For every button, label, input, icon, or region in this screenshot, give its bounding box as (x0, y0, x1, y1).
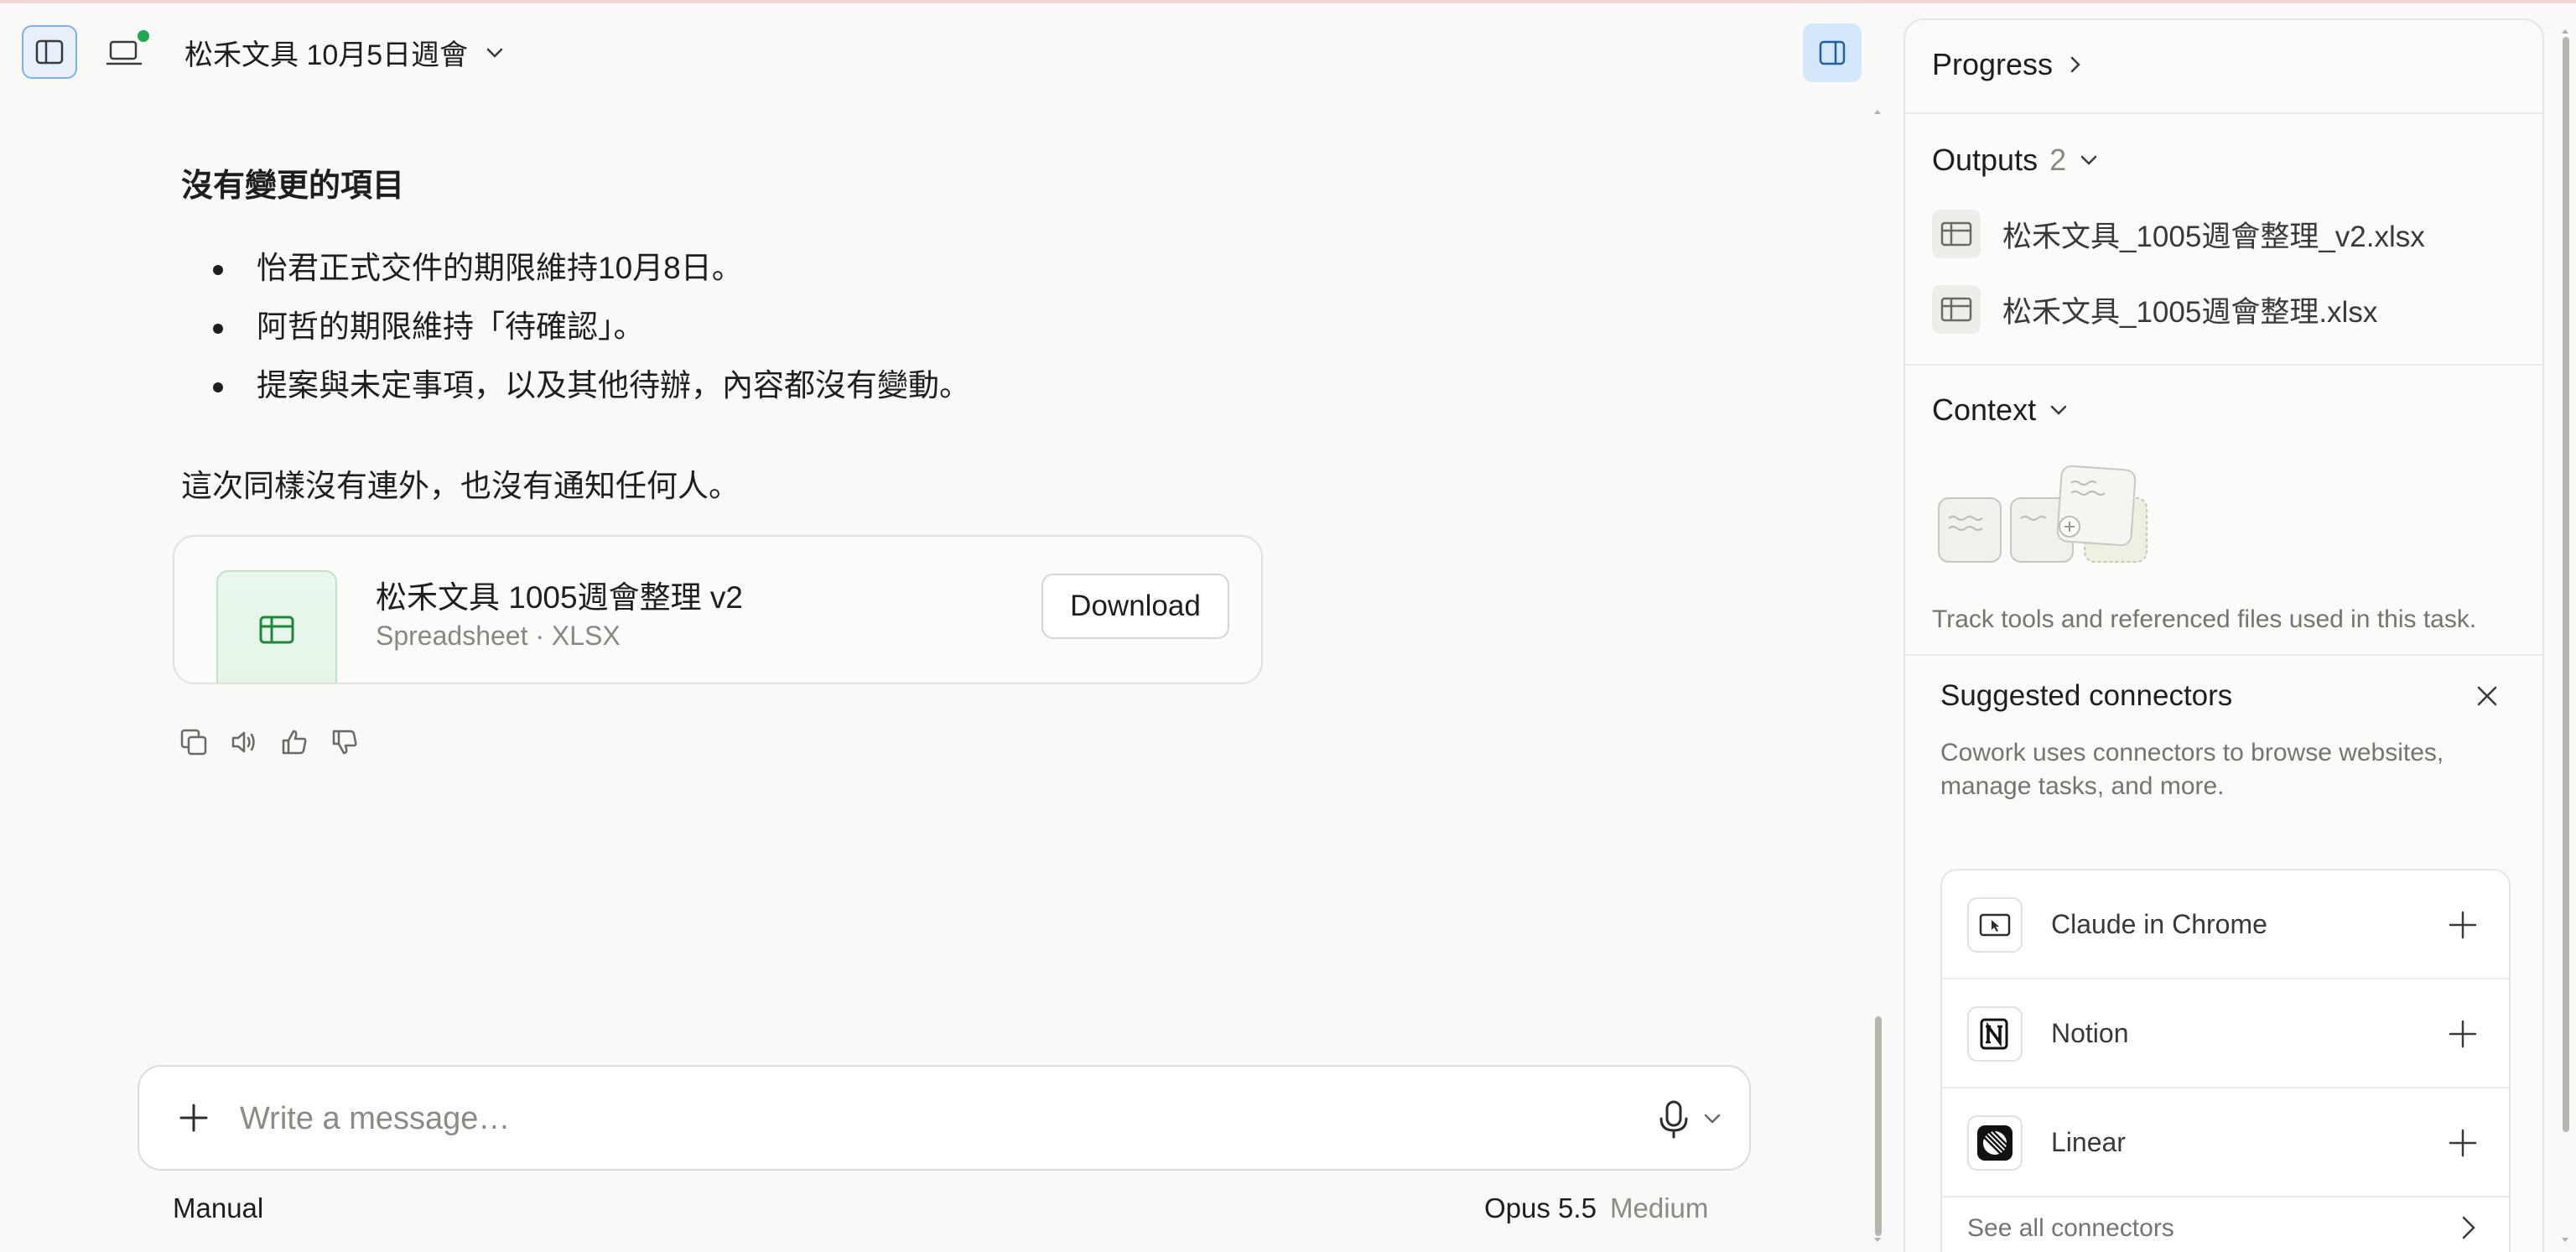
sidebar-icon (35, 39, 64, 65)
chevron-down-icon (2050, 405, 2067, 415)
header: 松禾文具 10月5日週會 (0, 0, 1895, 101)
scroll-down-arrow[interactable] (1872, 1234, 1883, 1246)
read-aloud-button[interactable] (228, 726, 260, 758)
outputs-count: 2 (2049, 143, 2067, 177)
assistant-message: 沒有變更的項目 怡君正式交件的期限維持10月8日。 阿哲的期限維持「待確認」。 … (181, 159, 1825, 506)
download-button[interactable]: Download (1041, 574, 1229, 639)
chevron-down-icon (2080, 155, 2097, 165)
context-toggle[interactable]: Context (1932, 392, 2070, 428)
context-description: Track tools and referenced files used in… (1932, 605, 2477, 633)
thumbs-up-icon (282, 730, 307, 755)
connector-item-notion[interactable]: Notion (1942, 979, 2509, 1088)
scrollbar-thumb[interactable] (1875, 1016, 1882, 1236)
output-file-name: 松禾文具_1005週會整理.xlsx (2002, 295, 2378, 329)
thumbs-down-icon (332, 730, 357, 755)
panel-scrollbar-thumb[interactable] (2563, 37, 2569, 1132)
plus-icon[interactable] (2445, 1125, 2480, 1161)
connectors-description: Cowork uses connectors to browse website… (1940, 739, 2444, 800)
file-meta: Spreadsheet · XLSX (376, 621, 621, 651)
file-name: 松禾文具 1005週會整理 v2 (376, 580, 743, 615)
output-file-name: 松禾文具_1005週會整理_v2.xlsx (2002, 220, 2425, 253)
copy-icon (180, 729, 207, 756)
message-input[interactable] (240, 1094, 1581, 1144)
connector-name: Notion (2051, 1018, 2129, 1048)
right-panel-toggle-button[interactable] (1803, 23, 1862, 82)
section-heading: 沒有變更的項目 (181, 169, 405, 204)
file-attachment-card[interactable]: 松禾文具 1005週會整理 v2 Spreadsheet · XLSX Down… (173, 535, 1263, 684)
chevron-down-icon[interactable] (1701, 1107, 1724, 1130)
scroll-down-arrow[interactable] (2559, 1234, 2571, 1246)
plus-icon[interactable] (173, 1097, 215, 1139)
model-selector[interactable]: Opus 5.5 (1484, 1192, 1597, 1224)
chevron-right-icon (2070, 56, 2080, 73)
plus-icon[interactable] (2445, 907, 2480, 943)
connectors-list: Claude in Chrome Notion Linear See all c… (1940, 869, 2511, 1252)
outputs-label: Outputs (1932, 143, 2038, 177)
bullet-list: 怡君正式交件的期限維持10月8日。 阿哲的期限維持「待確認」。 提案與未定事項，… (181, 239, 1825, 415)
effort-selector[interactable]: Medium (1610, 1192, 1708, 1224)
context-label: Context (1932, 392, 2037, 427)
list-item: 阿哲的期限維持「待確認」。 (181, 298, 1825, 356)
task-side-panel: Progress Outputs 2 松禾文具_1005週會整理_v2.xlsx (1903, 18, 2544, 1252)
close-icon[interactable] (2472, 681, 2502, 711)
message-note: 這次同樣沒有連外，也沒有通知任何人。 (181, 469, 740, 503)
context-files-illustration (1938, 465, 2148, 563)
connector-item-linear[interactable]: Linear (1942, 1088, 2509, 1197)
plus-icon[interactable] (2445, 1016, 2480, 1052)
mode-selector[interactable]: Manual (173, 1192, 263, 1224)
list-item: 提案與未定事項，以及其他待辦，內容都沒有變動。 (181, 356, 1825, 415)
message-composer (138, 1065, 1751, 1171)
thumbs-up-button[interactable] (278, 726, 310, 758)
sidebar-toggle-button[interactable] (22, 25, 77, 79)
file-thumbnail (216, 570, 337, 683)
progress-section: Progress (1905, 20, 2542, 114)
linear-icon (1967, 1115, 2023, 1171)
connector-item-claude-in-chrome[interactable]: Claude in Chrome (1942, 870, 2509, 979)
speaker-icon (231, 731, 255, 753)
spreadsheet-icon (259, 616, 294, 644)
conversation-title-button[interactable]: 松禾文具 10月5日週會 (184, 32, 506, 73)
spreadsheet-icon (1932, 210, 1981, 258)
progress-label: Progress (1932, 47, 2054, 81)
suggested-connectors-section: Suggested connectors Cowork uses connect… (1905, 656, 2542, 1252)
online-status-dot (138, 30, 149, 42)
outputs-toggle[interactable]: Outputs 2 (1932, 143, 2100, 178)
chevron-right-icon[interactable] (2454, 1213, 2484, 1243)
outputs-section: Outputs 2 松禾文具_1005週會整理_v2.xlsx 松禾文具_100… (1905, 114, 2542, 366)
notion-icon (1967, 1006, 2023, 1062)
output-file-item[interactable]: 松禾文具_1005週會整理_v2.xlsx (1932, 210, 2425, 258)
progress-toggle[interactable]: Progress (1932, 47, 2086, 82)
see-all-connectors-link[interactable]: See all connectors (1967, 1214, 2174, 1243)
copy-button[interactable] (178, 726, 210, 758)
spreadsheet-icon (1932, 285, 1981, 334)
scroll-up-arrow[interactable] (1872, 106, 1883, 117)
context-section: Context Track tools and referenced files… (1905, 366, 2542, 656)
device-button[interactable] (104, 30, 149, 72)
microphone-icon[interactable] (1655, 1099, 1692, 1140)
connectors-title: Suggested connectors (1940, 679, 2233, 712)
thumbs-down-button[interactable] (329, 726, 361, 758)
laptop-icon (106, 40, 143, 65)
list-item: 怡君正式交件的期限維持10月8日。 (181, 239, 1825, 298)
message-actions (178, 726, 361, 758)
conversation-title: 松禾文具 10月5日週會 (184, 39, 469, 71)
connector-name: Claude in Chrome (2051, 909, 2267, 939)
chrome-cursor-icon (1967, 897, 2023, 953)
chevron-down-icon (486, 48, 503, 58)
scroll-up-arrow[interactable] (2559, 25, 2571, 37)
output-file-item[interactable]: 松禾文具_1005週會整理.xlsx (1932, 285, 2377, 334)
connector-name: Linear (2051, 1127, 2126, 1157)
panel-right-icon (1819, 40, 1846, 65)
